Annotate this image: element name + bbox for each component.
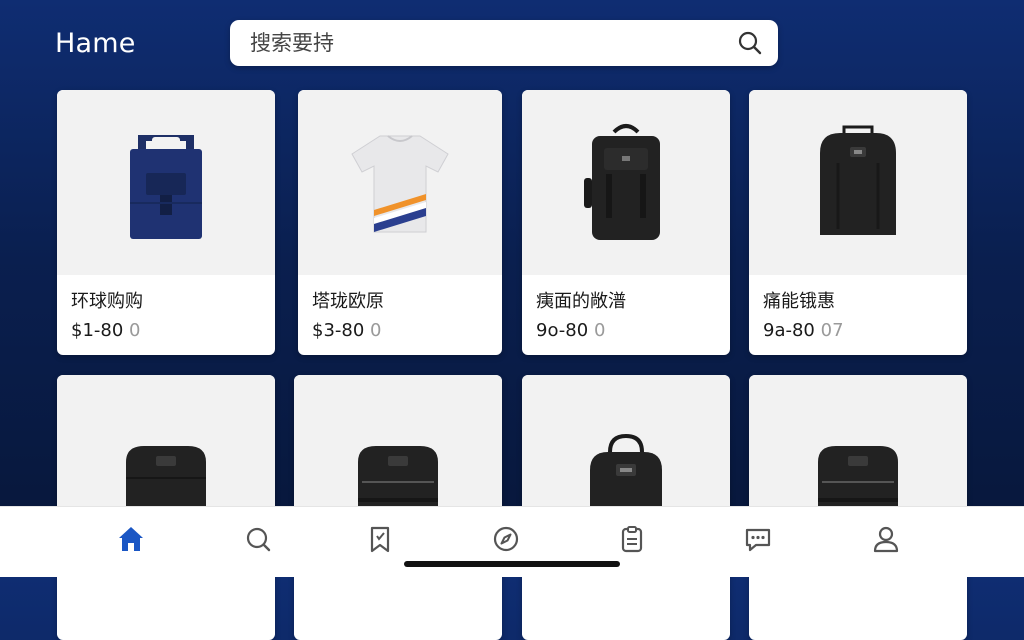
nav-home-icon[interactable]	[113, 521, 149, 557]
product-name: 塔珑欧原	[312, 291, 384, 312]
product-image	[749, 90, 967, 275]
product-name: 痍面的敞潽	[536, 291, 626, 312]
product-price: $1-80 0	[71, 320, 141, 341]
search-bar[interactable]	[230, 20, 778, 66]
product-name: 环球购购	[71, 291, 143, 312]
product-card[interactable]: 痛能锇惠 9a-80 07	[749, 90, 967, 355]
product-name: 痛能锇惠	[763, 291, 835, 312]
nav-compass-icon[interactable]	[488, 521, 524, 557]
product-price: 9o-80 0	[536, 320, 606, 341]
search-icon[interactable]	[736, 29, 764, 57]
product-image	[298, 90, 502, 275]
nav-chat-icon[interactable]	[740, 521, 776, 557]
product-price: 9a-80 07	[763, 320, 844, 341]
nav-clipboard-icon[interactable]	[614, 521, 650, 557]
page-title: Hame	[55, 28, 136, 59]
nav-search-icon[interactable]	[240, 521, 276, 557]
home-indicator	[404, 561, 620, 567]
nav-profile-icon[interactable]	[868, 521, 904, 557]
product-card[interactable]: 环球购购 $1-80 0	[57, 90, 275, 355]
search-input[interactable]	[248, 30, 736, 56]
product-price: $3-80 0	[312, 320, 382, 341]
product-card[interactable]: 塔珑欧原 $3-80 0	[298, 90, 502, 355]
product-card[interactable]: 痍面的敞潽 9o-80 0	[522, 90, 730, 355]
product-image	[522, 90, 730, 275]
nav-bookmark-icon[interactable]	[362, 521, 398, 557]
product-image	[57, 90, 275, 275]
